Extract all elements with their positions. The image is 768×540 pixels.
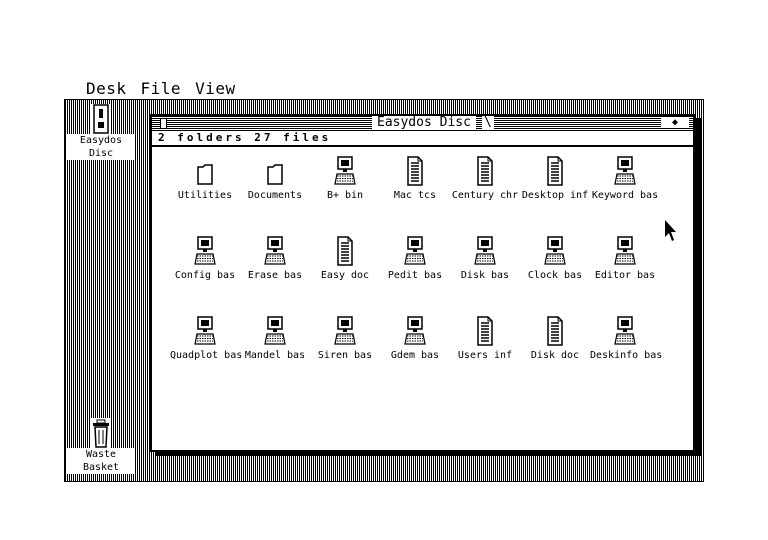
program-icon [170,314,240,346]
file-name: Disk bas [460,270,510,281]
folder-icon [170,154,240,186]
menu-bar: Desk File View [86,79,236,99]
window-titlebar[interactable]: Easydos Disc \ ◆ [152,116,693,131]
program-icon [520,234,590,266]
file-name: Documents [247,190,303,201]
drive-icon-label: Easydos Disc [67,134,135,160]
file-item[interactable]: Century chr [450,154,520,202]
file-item[interactable]: Config bas [170,234,240,282]
window-title: Easydos Disc [372,116,476,130]
file-name: Keyword bas [591,190,659,201]
file-item[interactable]: Siren bas [310,314,380,362]
file-item[interactable]: Mac tcs [380,154,450,202]
document-icon [310,234,380,266]
file-name: Deskinfo bas [590,350,663,361]
file-name: Mac tcs [393,190,437,201]
file-name: Erase bas [247,270,303,281]
window-info-line: 2 folders 27 files [152,131,693,147]
document-icon [380,154,450,186]
file-name: Editor bas [594,270,656,281]
file-item[interactable]: Mandel bas [240,314,310,362]
full-box-icon[interactable]: ◆ [661,117,689,128]
file-name: Utilities [177,190,233,201]
document-icon [450,314,520,346]
title-suffix: \ [482,115,494,130]
program-icon [590,234,660,266]
file-name: Easy doc [320,270,370,281]
file-item[interactable]: Desktop inf [520,154,590,202]
file-name: Quadplot bas [170,350,243,361]
mouse-pointer-icon [665,220,676,241]
document-icon [520,314,590,346]
program-icon [310,314,380,346]
file-name: Clock bas [527,270,583,281]
program-icon [590,154,660,186]
document-icon [520,154,590,186]
menu-view[interactable]: View [195,79,236,99]
program-icon [380,234,450,266]
file-item[interactable]: Disk doc [520,314,590,362]
file-item[interactable]: Documents [240,154,310,202]
menu-file[interactable]: File [141,79,182,99]
file-name: Pedit bas [387,270,443,281]
file-item[interactable]: Users inf [450,314,520,362]
file-item[interactable]: Keyword bas [590,154,660,202]
program-icon [240,314,310,346]
file-item[interactable]: Clock bas [520,234,590,282]
file-name: Config bas [174,270,236,281]
disk-window: Easydos Disc \ ◆ 2 folders 27 files Util… [150,114,695,452]
menu-desk[interactable]: Desk [86,79,127,99]
file-name: Century chr [451,190,519,201]
program-icon [380,314,450,346]
file-name: Desktop inf [521,190,589,201]
file-name: Gdem bas [390,350,440,361]
folder-icon [240,154,310,186]
program-icon [240,234,310,266]
program-icon [590,314,660,346]
drive-icon-easydos-disc[interactable]: Easydos Disc [67,104,135,160]
file-item[interactable]: Pedit bas [380,234,450,282]
disk-drive-icon [91,104,111,134]
file-item[interactable]: Easy doc [310,234,380,282]
waste-basket-icon [91,418,111,448]
file-name: Mandel bas [244,350,306,361]
file-name: Users inf [457,350,513,361]
document-icon [450,154,520,186]
file-item[interactable]: Deskinfo bas [590,314,663,362]
file-item[interactable]: B+ bin [310,154,380,202]
file-item[interactable]: Quadplot bas [170,314,243,362]
file-name: Siren bas [317,350,373,361]
close-box-icon[interactable] [160,118,167,129]
file-item[interactable]: Utilities [170,154,240,202]
file-item[interactable]: Gdem bas [380,314,450,362]
trash-icon-label: Waste Basket [67,448,135,474]
file-name: Disk doc [530,350,580,361]
file-item[interactable]: Editor bas [590,234,660,282]
file-name: B+ bin [326,190,364,201]
program-icon [450,234,520,266]
program-icon [170,234,240,266]
file-item[interactable]: Disk bas [450,234,520,282]
program-icon [310,154,380,186]
trash-icon-waste-basket[interactable]: Waste Basket [67,418,135,474]
file-item[interactable]: Erase bas [240,234,310,282]
